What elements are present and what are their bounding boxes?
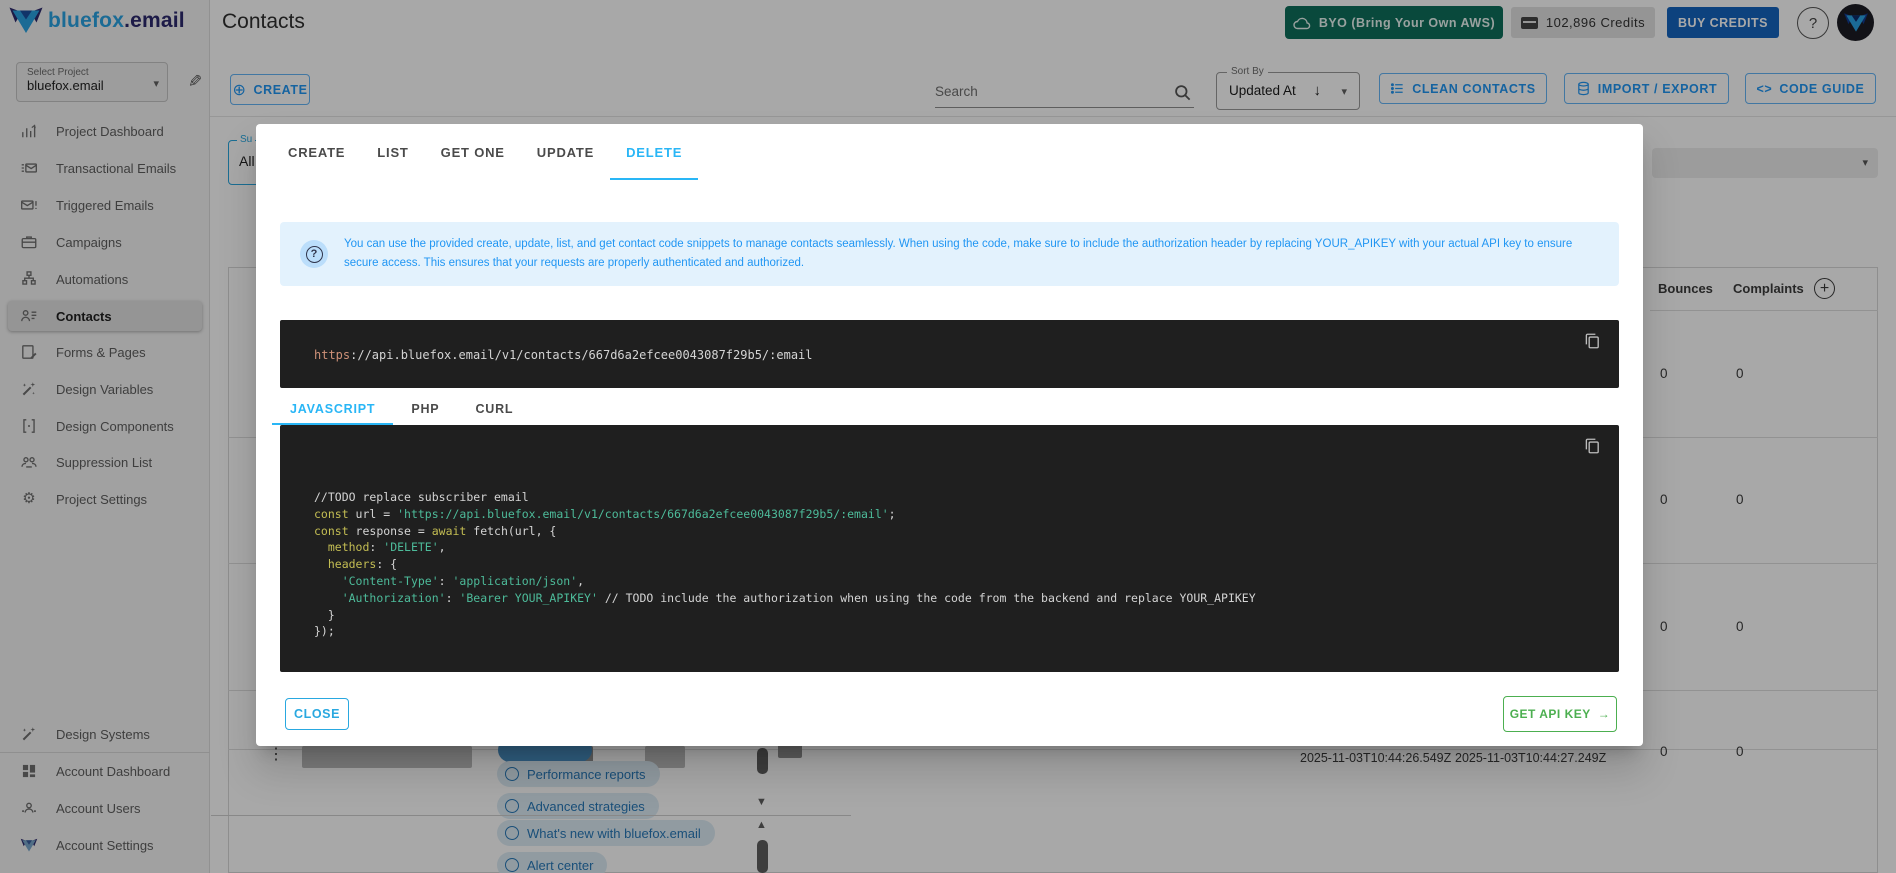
tab-update[interactable]: UPDATE bbox=[521, 124, 610, 180]
close-button[interactable]: CLOSE bbox=[285, 698, 349, 730]
code-line: headers: { bbox=[327, 557, 398, 572]
code-line: 'Authorization': 'Bearer YOUR_APIKEY' //… bbox=[341, 590, 1256, 605]
code-line: 'Content-Type': 'application/json', bbox=[341, 573, 585, 588]
lang-tab-curl[interactable]: CURL bbox=[457, 392, 531, 425]
code-line: } bbox=[314, 607, 335, 622]
arrow-right-icon: → bbox=[1597, 707, 1611, 721]
tab-get-one[interactable]: GET ONE bbox=[425, 124, 521, 180]
lang-tab-php[interactable]: PHP bbox=[393, 392, 457, 425]
info-alert-text: You can use the provided create, update,… bbox=[344, 238, 1573, 269]
code-lines: //TODO replace subscriber email const url… bbox=[314, 489, 1256, 640]
tab-delete[interactable]: DELETE bbox=[610, 124, 699, 180]
code-line: const url = 'https://api.bluefox.email/v… bbox=[314, 506, 896, 521]
api-method-tabs: CREATE LIST GET ONE UPDATE DELETE bbox=[272, 124, 699, 180]
tab-create[interactable]: CREATE bbox=[272, 124, 361, 180]
code-snippet-block: //TODO replace subscriber email const url… bbox=[280, 425, 1619, 672]
code-line: const response = await fetch(url, { bbox=[314, 523, 557, 538]
copy-icon[interactable] bbox=[1583, 437, 1601, 455]
language-tabs: JAVASCRIPT PHP CURL bbox=[272, 392, 531, 425]
help-circle-icon: ? bbox=[300, 240, 328, 268]
info-alert: ? You can use the provided create, updat… bbox=[280, 222, 1619, 286]
tab-list[interactable]: LIST bbox=[361, 124, 424, 180]
endpoint-url: https://api.bluefox.email/v1/contacts/66… bbox=[314, 348, 813, 362]
code-line: }); bbox=[314, 624, 335, 639]
copy-icon[interactable] bbox=[1583, 332, 1601, 350]
code-line: //TODO replace subscriber email bbox=[314, 490, 529, 504]
app-root: bluefox.email Contacts BYO (Bring Your O… bbox=[0, 0, 1896, 873]
get-api-key-button[interactable]: GET API KEY → bbox=[1503, 696, 1617, 732]
code-line: method: 'DELETE', bbox=[327, 540, 446, 555]
endpoint-url-bar: https://api.bluefox.email/v1/contacts/66… bbox=[280, 320, 1619, 388]
api-code-dialog: CREATE LIST GET ONE UPDATE DELETE ? You can … bbox=[256, 124, 1643, 746]
lang-tab-javascript[interactable]: JAVASCRIPT bbox=[272, 392, 394, 425]
